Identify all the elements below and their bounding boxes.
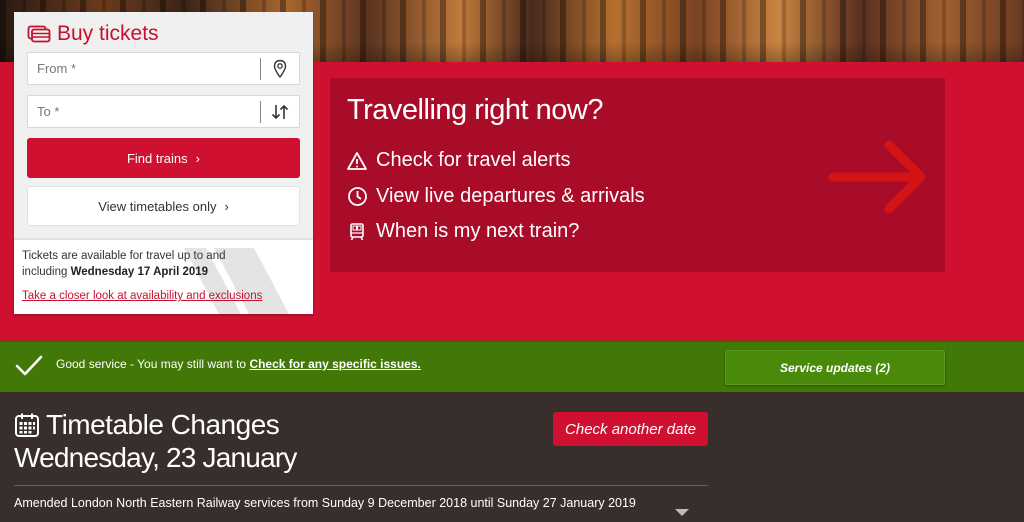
availability-info: Tickets are available for travel up to a… bbox=[14, 238, 313, 314]
specific-issues-link[interactable]: Check for any specific issues. bbox=[249, 357, 420, 371]
availability-link[interactable]: Take a closer look at availability and e… bbox=[22, 290, 262, 302]
to-input[interactable] bbox=[28, 96, 260, 127]
view-timetables-button[interactable]: View timetables only › bbox=[27, 186, 300, 226]
chevron-right-icon: › bbox=[224, 198, 229, 214]
next-train-link[interactable]: When is my next train? bbox=[346, 220, 579, 243]
travel-alerts-label: Check for travel alerts bbox=[376, 149, 571, 171]
check-another-date-button[interactable]: Check another date bbox=[553, 412, 708, 446]
travelling-now-panel: Travelling right now? Check for travel a… bbox=[330, 78, 945, 272]
field-separator bbox=[260, 100, 261, 123]
checkmark-icon bbox=[14, 354, 44, 383]
service-status-message: Good service - You may still want to Che… bbox=[56, 357, 421, 371]
warning-icon bbox=[346, 150, 368, 172]
divider bbox=[14, 485, 708, 486]
service-updates-button[interactable]: Service updates (2) bbox=[725, 350, 945, 385]
travel-alerts-link[interactable]: Check for travel alerts bbox=[346, 149, 571, 172]
find-trains-label: Find trains bbox=[126, 150, 188, 166]
availability-text: Tickets are available for travel up to a… bbox=[22, 250, 226, 278]
buy-tickets-title: Buy tickets bbox=[27, 22, 159, 46]
chevron-right-icon: › bbox=[195, 150, 201, 166]
find-trains-button[interactable]: Find trains › bbox=[27, 138, 300, 178]
tickets-icon bbox=[27, 25, 51, 43]
buy-tickets-label: Buy tickets bbox=[57, 22, 159, 45]
availability-date: Wednesday 17 April 2019 bbox=[70, 266, 209, 278]
swap-arrows-icon[interactable] bbox=[269, 101, 291, 123]
timetable-date: Wednesday, 23 January bbox=[14, 442, 297, 473]
field-separator bbox=[260, 57, 261, 80]
to-field bbox=[27, 95, 300, 128]
live-departures-link[interactable]: View live departures & arrivals bbox=[346, 185, 645, 208]
caret-down-icon[interactable] bbox=[675, 509, 689, 516]
timetable-title-label: Timetable Changes bbox=[46, 409, 280, 440]
train-icon bbox=[346, 221, 368, 243]
timetable-changes-section: Timetable Changes Wednesday, 23 January … bbox=[0, 392, 1024, 522]
from-field bbox=[27, 52, 300, 85]
live-departures-label: View live departures & arrivals bbox=[376, 185, 645, 207]
from-input[interactable] bbox=[28, 53, 260, 84]
timetable-title: Timetable Changes bbox=[14, 409, 280, 441]
clock-icon bbox=[346, 186, 368, 208]
view-timetables-label: View timetables only bbox=[98, 198, 217, 214]
calendar-icon bbox=[15, 413, 39, 437]
service-status-bar: Good service - You may still want to Che… bbox=[0, 340, 1024, 392]
travelling-heading: Travelling right now? bbox=[347, 94, 604, 126]
timetable-change-item[interactable]: Amended London North Eastern Railway ser… bbox=[14, 496, 708, 510]
buy-tickets-widget: Buy tickets Find trains › View timetable… bbox=[14, 12, 313, 314]
location-pin-icon[interactable] bbox=[269, 58, 291, 80]
page: Travelling right now? Check for travel a… bbox=[0, 0, 1024, 522]
next-train-label: When is my next train? bbox=[376, 220, 580, 242]
arrow-right-icon[interactable] bbox=[827, 135, 931, 224]
